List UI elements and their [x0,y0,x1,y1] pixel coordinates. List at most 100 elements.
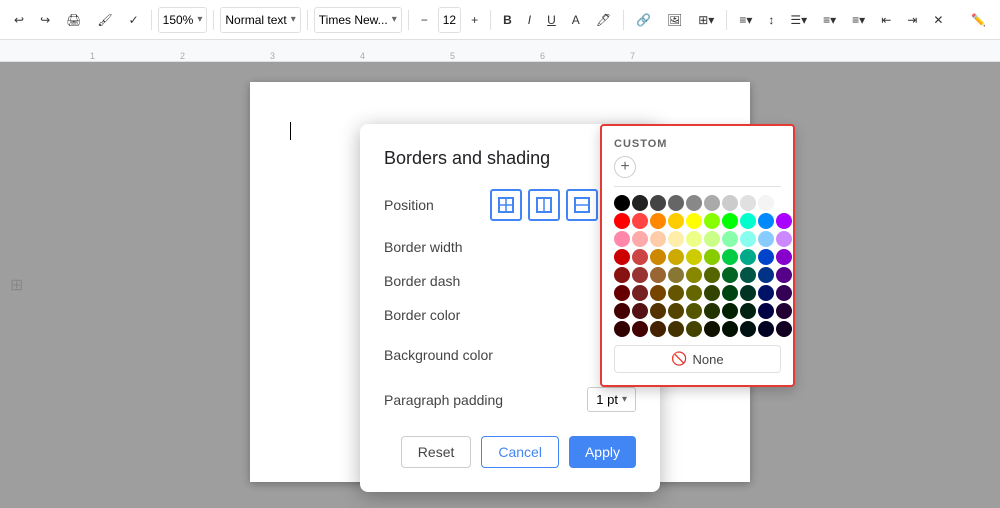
link-button[interactable]: 🔗 [630,10,657,30]
redo-button[interactable]: ↪ [34,10,56,30]
color-swatch[interactable] [614,321,630,337]
color-swatch[interactable] [704,267,720,283]
bold-button[interactable]: B [497,10,518,30]
color-swatch[interactable] [776,267,792,283]
color-swatch[interactable] [776,303,792,319]
color-swatch[interactable] [632,267,648,283]
font-size-select[interactable]: 12 [438,7,461,33]
print-button[interactable]: 🖨 [60,10,87,30]
color-swatch[interactable] [776,321,792,337]
none-color-button[interactable]: 🚫 None [614,345,781,373]
highlight-button[interactable]: 🖊 [590,10,617,30]
color-swatch[interactable] [668,267,684,283]
color-swatch[interactable] [614,195,630,211]
position-inner-borders[interactable] [528,189,560,221]
color-swatch[interactable] [758,303,774,319]
zoom-select[interactable]: 150% ▾ [158,7,208,33]
clear-format[interactable]: ✕ [927,10,949,30]
color-swatch[interactable] [722,231,738,247]
color-swatch[interactable] [686,267,702,283]
font-select[interactable]: Times New... ▾ [314,7,402,33]
color-swatch[interactable] [704,285,720,301]
color-swatch[interactable] [650,195,666,211]
color-swatch[interactable] [776,249,792,265]
color-swatch[interactable] [668,213,684,229]
color-swatch[interactable] [686,195,702,211]
color-swatch[interactable] [632,195,648,211]
underline-button[interactable]: U [541,10,562,30]
style-select[interactable]: Normal text ▾ [220,7,300,33]
color-swatch[interactable] [614,267,630,283]
color-swatch[interactable] [686,213,702,229]
color-swatch[interactable] [740,231,756,247]
indent-button[interactable]: ≡▾ [846,10,871,30]
color-swatch[interactable] [668,303,684,319]
edit-mode-button[interactable]: ✏️ [965,10,992,30]
color-swatch[interactable] [668,321,684,337]
image-button[interactable]: 🖼 [661,10,688,30]
color-swatch[interactable] [650,249,666,265]
color-swatch[interactable] [776,213,792,229]
color-swatch[interactable] [650,213,666,229]
italic-button[interactable]: I [522,10,537,30]
bullet-button[interactable]: ≡▾ [817,10,842,30]
color-swatch[interactable] [758,195,774,211]
position-outer-borders[interactable] [566,189,598,221]
color-swatch[interactable] [632,231,648,247]
indent-more[interactable]: ⇥ [901,10,923,30]
color-swatch[interactable] [686,249,702,265]
color-swatch[interactable] [668,195,684,211]
color-swatch[interactable] [704,303,720,319]
color-swatch[interactable] [614,213,630,229]
color-swatch[interactable] [740,321,756,337]
color-swatch[interactable] [632,249,648,265]
color-swatch[interactable] [650,303,666,319]
color-swatch[interactable] [722,213,738,229]
color-swatch[interactable] [614,231,630,247]
list-button[interactable]: ☰▾ [784,10,813,30]
color-swatch[interactable] [704,213,720,229]
color-swatch[interactable] [668,285,684,301]
align-button[interactable]: ≡▾ [733,10,758,30]
add-custom-color-button[interactable]: + [614,156,636,178]
color-swatch[interactable] [704,249,720,265]
color-swatch[interactable] [650,285,666,301]
font-size-decrease[interactable]: − [415,10,434,30]
color-swatch[interactable] [740,213,756,229]
indent-less[interactable]: ⇤ [875,10,897,30]
color-swatch[interactable] [722,195,738,211]
color-swatch[interactable] [632,285,648,301]
color-swatch[interactable] [668,249,684,265]
color-swatch[interactable] [632,213,648,229]
color-swatch[interactable] [722,321,738,337]
color-swatch[interactable] [758,285,774,301]
color-swatch[interactable] [758,321,774,337]
color-swatch[interactable] [740,303,756,319]
color-swatch[interactable] [668,231,684,247]
color-swatch[interactable] [614,285,630,301]
padding-dropdown[interactable]: 1 pt ▾ [587,387,636,412]
reset-button[interactable]: Reset [401,436,472,468]
color-swatch[interactable] [740,195,756,211]
color-swatch[interactable] [650,321,666,337]
color-swatch[interactable] [740,249,756,265]
color-swatch[interactable] [686,303,702,319]
color-swatch[interactable] [758,267,774,283]
color-swatch[interactable] [650,231,666,247]
color-swatch[interactable] [776,195,792,211]
text-color-button[interactable]: A [566,10,586,30]
color-swatch[interactable] [686,231,702,247]
color-swatch[interactable] [650,267,666,283]
color-swatch[interactable] [758,249,774,265]
color-swatch[interactable] [758,231,774,247]
color-swatch[interactable] [704,321,720,337]
paint-format-button[interactable]: 🖌 [91,10,118,30]
color-swatch[interactable] [722,303,738,319]
color-swatch[interactable] [758,213,774,229]
insert-button[interactable]: ⊞▾ [692,10,720,30]
color-swatch[interactable] [686,285,702,301]
position-all-borders[interactable] [490,189,522,221]
font-size-increase[interactable]: + [465,10,484,30]
color-swatch[interactable] [686,321,702,337]
color-swatch[interactable] [740,267,756,283]
